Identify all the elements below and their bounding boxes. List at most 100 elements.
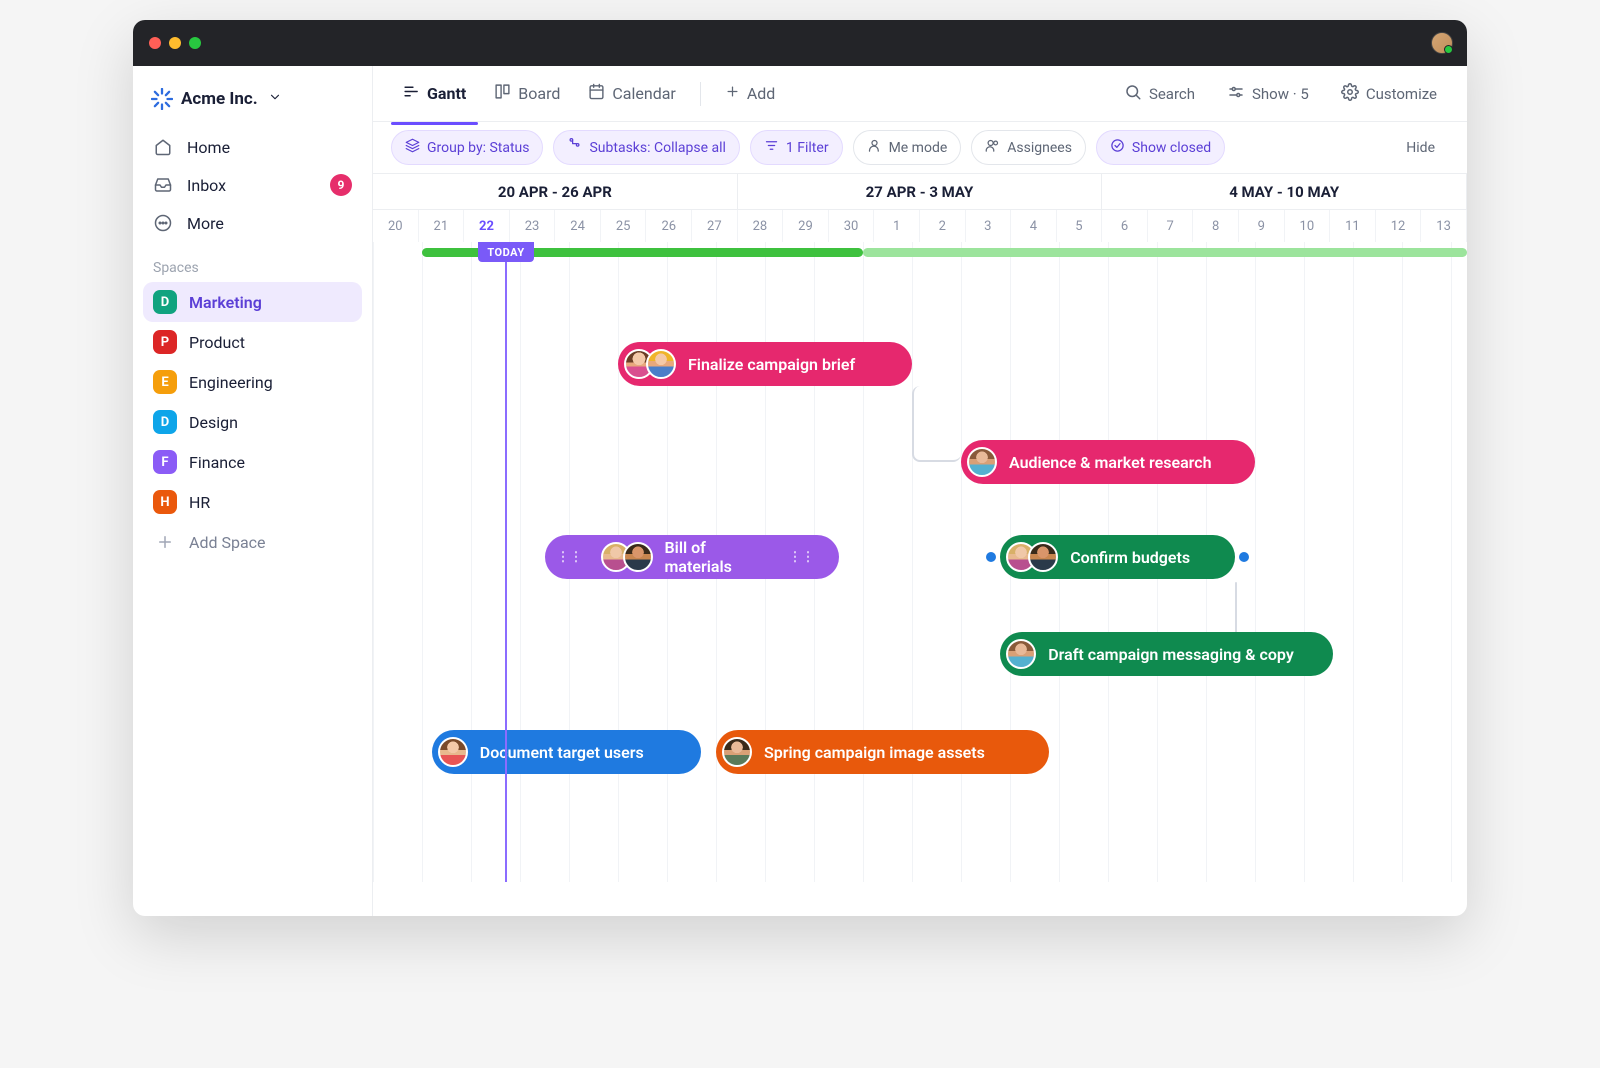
customize-label: Customize	[1366, 85, 1437, 103]
nav-label: Home	[187, 138, 230, 157]
task-label: Draft campaign messaging & copy	[1048, 645, 1294, 664]
add-space-button[interactable]: Add Space	[143, 522, 362, 562]
space-item-product[interactable]: P Product	[143, 322, 362, 362]
space-icon: D	[153, 290, 177, 314]
task-bar[interactable]: Confirm budgets	[1000, 535, 1235, 579]
filter-subtasks[interactable]: Subtasks: Collapse all	[553, 130, 739, 165]
nav-home[interactable]: Home	[143, 128, 362, 166]
space-icon: D	[153, 410, 177, 434]
search-button[interactable]: Search	[1112, 75, 1207, 113]
drag-handle-icon[interactable]: ⋮⋮	[783, 550, 821, 565]
chip-label: Show closed	[1132, 140, 1211, 156]
dependency-handle[interactable]	[1239, 552, 1249, 562]
day-cell: 25	[601, 210, 647, 242]
task-label: Confirm budgets	[1070, 548, 1190, 567]
calendar-icon	[588, 83, 605, 104]
nav-inbox[interactable]: Inbox 9	[143, 166, 362, 204]
space-label: Engineering	[189, 373, 273, 392]
week-cell: 20 APR - 26 APR	[373, 174, 738, 209]
space-item-marketing[interactable]: D Marketing	[143, 282, 362, 322]
filter-show-closed[interactable]: Show closed	[1096, 130, 1225, 165]
day-cell: 3	[966, 210, 1012, 242]
filters-row: Group by: Status Subtasks: Collapse all …	[373, 122, 1467, 174]
day-cell: 24	[555, 210, 601, 242]
day-cell: 2	[920, 210, 966, 242]
nav-more[interactable]: More	[143, 204, 362, 242]
chevron-down-icon	[268, 89, 282, 109]
chip-label: Hide	[1406, 140, 1435, 156]
tab-label: Calendar	[612, 84, 675, 103]
day-cell: 26	[646, 210, 692, 242]
window-minimize[interactable]	[169, 37, 181, 49]
space-item-design[interactable]: DDesign	[143, 402, 362, 442]
task-bar[interactable]: Document target users	[432, 730, 702, 774]
filter-me-mode[interactable]: Me mode	[853, 130, 962, 165]
task-bar[interactable]: Spring campaign image assets	[716, 730, 1049, 774]
filter-count[interactable]: 1 Filter	[750, 130, 843, 165]
drag-handle-icon[interactable]: ⋮⋮	[551, 550, 589, 565]
day-cell: 22	[464, 210, 510, 242]
day-cell: 7	[1148, 210, 1194, 242]
assignee-avatar	[1006, 639, 1036, 669]
day-cell: 5	[1057, 210, 1103, 242]
task-bar[interactable]: Draft campaign messaging & copy	[1000, 632, 1333, 676]
task-bar[interactable]: Audience & market research	[961, 440, 1255, 484]
day-cell: 30	[829, 210, 875, 242]
task-label: Bill of materials	[665, 538, 771, 576]
dependency-line	[912, 386, 961, 462]
day-cell: 9	[1239, 210, 1285, 242]
tab-calendar[interactable]: Calendar	[576, 77, 687, 110]
window-maximize[interactable]	[189, 37, 201, 49]
space-icon: H	[153, 490, 177, 514]
subtask-icon	[567, 138, 582, 157]
add-space-label: Add Space	[189, 533, 266, 552]
filter-assignees[interactable]: Assignees	[971, 130, 1086, 165]
day-cell: 6	[1102, 210, 1148, 242]
view-tabs: Gantt Board Calendar Add	[373, 66, 1467, 122]
dependency-handle[interactable]	[986, 552, 996, 562]
task-label: Audience & market research	[1009, 453, 1212, 472]
day-cell: 4	[1011, 210, 1057, 242]
task-bar[interactable]: ⋮⋮ Bill of materials ⋮⋮	[545, 535, 839, 579]
tab-board[interactable]: Board	[482, 77, 572, 110]
people-icon	[985, 138, 1000, 157]
plus-icon	[725, 84, 740, 103]
tab-add[interactable]: Add	[713, 78, 787, 109]
workspace-switcher[interactable]: Acme Inc.	[143, 78, 362, 128]
filter-group-by[interactable]: Group by: Status	[391, 130, 543, 165]
gantt-canvas[interactable]: TODAY Finalize campaign briefAudience & …	[373, 242, 1467, 882]
chip-label: 1 Filter	[786, 140, 829, 156]
space-item-engineering[interactable]: E Engineering	[143, 362, 362, 402]
filter-hide[interactable]: Hide	[1392, 132, 1449, 164]
search-label: Search	[1149, 85, 1195, 103]
space-item-finance[interactable]: FFinance	[143, 442, 362, 482]
week-cell: 4 MAY - 10 MAY	[1102, 174, 1467, 209]
space-item-hr[interactable]: HHR	[143, 482, 362, 522]
assignee-avatar	[722, 737, 752, 767]
window-close[interactable]	[149, 37, 161, 49]
tab-gantt[interactable]: Gantt	[391, 77, 478, 110]
nav-label: More	[187, 214, 224, 233]
current-user-avatar[interactable]	[1431, 32, 1453, 54]
chip-label: Me mode	[889, 140, 948, 156]
plus-icon	[153, 530, 177, 554]
tab-label: Add	[747, 84, 775, 103]
show-label: Show · 5	[1252, 85, 1309, 103]
assignee-avatar	[438, 737, 468, 767]
board-icon	[494, 83, 511, 104]
home-icon	[153, 137, 173, 157]
task-bar[interactable]: Finalize campaign brief	[618, 342, 912, 386]
inbox-icon	[153, 175, 173, 195]
day-cell: 12	[1376, 210, 1422, 242]
gantt-view: 20 APR - 26 APR27 APR - 3 MAY4 MAY - 10 …	[373, 174, 1467, 916]
space-label: Product	[189, 333, 245, 352]
show-button[interactable]: Show · 5	[1215, 75, 1321, 113]
space-label: Marketing	[189, 293, 262, 312]
space-icon: P	[153, 330, 177, 354]
separator	[700, 82, 701, 106]
customize-button[interactable]: Customize	[1329, 75, 1449, 113]
assignee-avatar	[623, 542, 653, 572]
day-cell: 20	[373, 210, 419, 242]
task-label: Finalize campaign brief	[688, 355, 855, 374]
space-icon: E	[153, 370, 177, 394]
